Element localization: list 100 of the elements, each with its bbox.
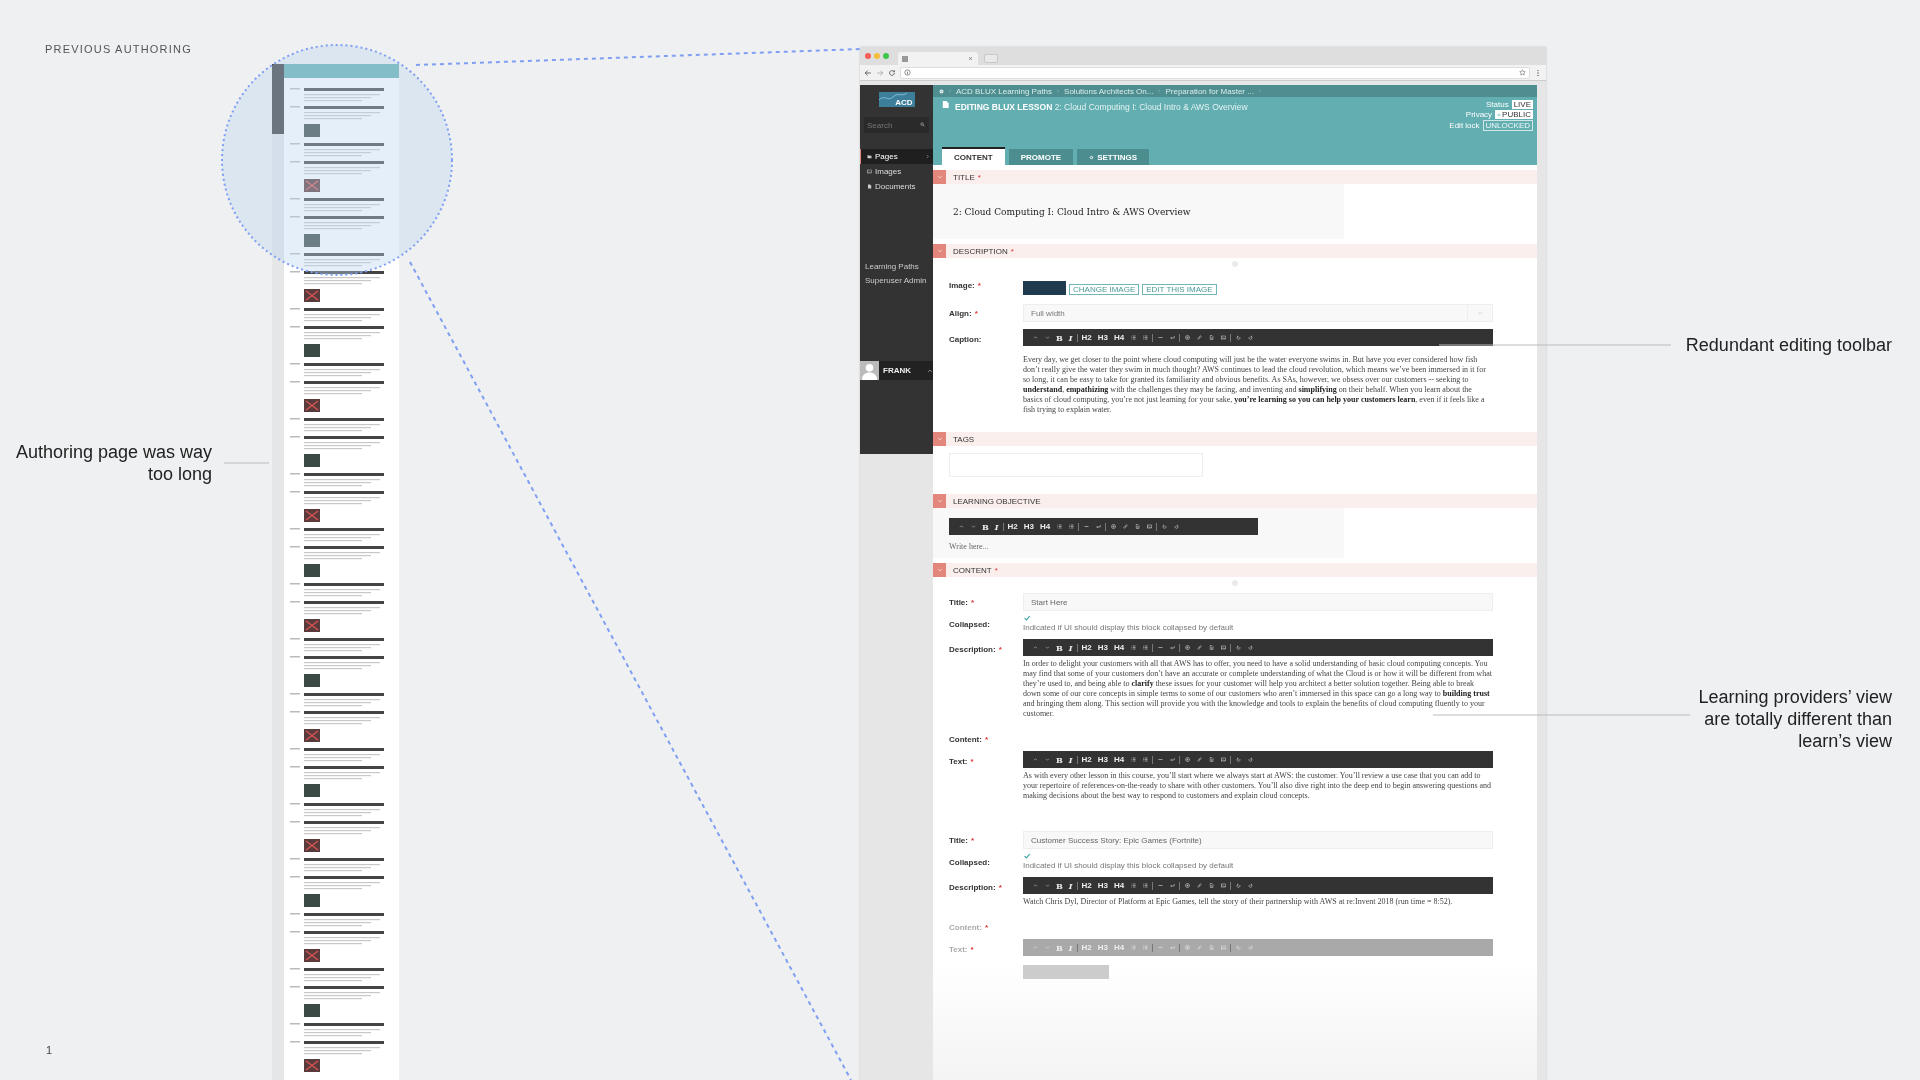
heading-4-button[interactable]: H4 (1111, 753, 1128, 766)
sidebar-link[interactable]: Learning Paths (865, 262, 933, 271)
sidebar-item[interactable]: Images (860, 164, 933, 179)
undo-icon[interactable] (1235, 335, 1241, 340)
bullet-list-icon[interactable] (1068, 524, 1074, 529)
document-icon[interactable] (1208, 645, 1214, 650)
bullet-list-icon[interactable] (1142, 335, 1148, 340)
heading-4-button[interactable]: H4 (1111, 331, 1128, 344)
heading-2-button[interactable]: H2 (1078, 753, 1095, 766)
heading-2-button[interactable]: H2 (1004, 520, 1021, 533)
bold-button[interactable]: B (1053, 753, 1066, 766)
italic-button[interactable]: I (1065, 641, 1076, 654)
numbered-list-icon[interactable] (1130, 757, 1136, 762)
line-break-icon[interactable] (1169, 883, 1175, 888)
align-dropdown[interactable]: Full width (1023, 304, 1493, 322)
info-icon[interactable] (904, 69, 911, 76)
redo-icon[interactable] (1173, 524, 1179, 529)
sidebar-item[interactable]: Pages (860, 149, 933, 164)
heading-2-button[interactable]: H2 (1078, 879, 1095, 892)
forward-arrow-icon[interactable] (876, 68, 884, 77)
close-icon[interactable] (967, 55, 974, 62)
line-break-icon[interactable] (1095, 524, 1101, 529)
heading-4-button[interactable]: H4 (1037, 520, 1054, 533)
heading-4-button[interactable]: H4 (1111, 879, 1128, 892)
checkbox[interactable] (1023, 852, 1031, 860)
insert-icon[interactable] (1184, 645, 1190, 650)
heading-4-button[interactable]: H4 (1111, 641, 1128, 654)
redo-icon[interactable] (1247, 335, 1253, 340)
italic-button[interactable]: I (1065, 331, 1076, 344)
globe-icon[interactable] (939, 88, 944, 94)
bold-button[interactable]: B (1053, 641, 1066, 654)
heading-3-button[interactable]: H3 (1094, 641, 1111, 654)
chevron-up-icon[interactable] (1032, 757, 1038, 762)
collapse-toggle-button[interactable] (933, 432, 946, 446)
undo-icon[interactable] (1235, 883, 1241, 888)
italic-button[interactable]: I (1065, 753, 1076, 766)
image-icon[interactable] (1220, 645, 1226, 650)
insert-icon[interactable] (1184, 757, 1190, 762)
star-icon[interactable] (1519, 69, 1526, 76)
heading-3-button[interactable]: H3 (1094, 753, 1111, 766)
horizontal-rule-icon[interactable] (1157, 645, 1163, 650)
insert-icon[interactable] (1184, 883, 1190, 888)
chevron-down-icon[interactable] (1044, 883, 1050, 888)
bullet-list-icon[interactable] (1142, 883, 1148, 888)
line-break-icon[interactable] (1169, 645, 1175, 650)
bold-button[interactable]: B (1053, 879, 1066, 892)
sidebar-link[interactable]: Superuser Admin (865, 276, 933, 285)
search-icon[interactable] (920, 122, 925, 127)
chevron-up-icon[interactable] (1032, 335, 1038, 340)
tab[interactable]: SETTINGS (1077, 149, 1150, 165)
redo-icon[interactable] (1247, 645, 1253, 650)
numbered-list-icon[interactable] (1130, 645, 1136, 650)
chevron-up-icon[interactable] (1032, 883, 1038, 888)
link-icon[interactable] (1122, 524, 1128, 529)
browser-tab[interactable] (898, 52, 978, 65)
undo-icon[interactable] (1235, 757, 1241, 762)
tab[interactable]: CONTENT (942, 147, 1005, 165)
chevron-up-icon[interactable] (1032, 645, 1038, 650)
tab[interactable]: PROMOTE (1008, 149, 1074, 165)
image-icon[interactable] (1220, 757, 1226, 762)
document-icon[interactable] (1134, 524, 1140, 529)
redo-icon[interactable] (1247, 883, 1253, 888)
collapse-toggle-button[interactable] (933, 494, 946, 508)
link-icon[interactable] (1196, 757, 1202, 762)
link-icon[interactable] (1196, 335, 1202, 340)
image-action-button[interactable]: EDIT THIS IMAGE (1142, 284, 1217, 295)
italic-button[interactable]: I (1065, 879, 1076, 892)
objective-input[interactable]: Write here... (949, 542, 1149, 551)
bullet-list-icon[interactable] (1142, 757, 1148, 762)
image-icon[interactable] (1220, 883, 1226, 888)
window-controls-icon[interactable] (864, 52, 892, 60)
horizontal-rule-icon[interactable] (1157, 883, 1163, 888)
heading-2-button[interactable]: H2 (1078, 331, 1095, 344)
document-icon[interactable] (1208, 757, 1214, 762)
menu-icon[interactable] (1534, 68, 1542, 77)
insert-icon[interactable] (1110, 524, 1116, 529)
chevron-up-icon[interactable] (958, 524, 964, 529)
link-icon[interactable] (1196, 883, 1202, 888)
image-action-button[interactable]: CHANGE IMAGE (1069, 284, 1140, 295)
collapse-toggle-button[interactable] (933, 563, 946, 577)
chevron-down-icon[interactable] (1044, 645, 1050, 650)
heading-3-button[interactable]: H3 (1094, 331, 1111, 344)
horizontal-rule-icon[interactable] (1157, 757, 1163, 762)
document-icon[interactable] (1208, 335, 1214, 340)
title-input[interactable]: Customer Success Story: Epic Games (Fortnite) (1023, 831, 1493, 849)
link-icon[interactable] (1196, 645, 1202, 650)
user-menu[interactable]: FRANK (860, 361, 933, 380)
horizontal-rule-icon[interactable] (1083, 524, 1089, 529)
heading-3-button[interactable]: H3 (1020, 520, 1037, 533)
image-icon[interactable] (1146, 524, 1152, 529)
checkbox[interactable] (1023, 614, 1031, 622)
title-input[interactable]: Start Here (1023, 593, 1493, 611)
horizontal-rule-icon[interactable] (1157, 335, 1163, 340)
line-break-icon[interactable] (1169, 335, 1175, 340)
bullet-list-icon[interactable] (1142, 645, 1148, 650)
redo-icon[interactable] (1247, 757, 1253, 762)
chevron-down-icon[interactable] (1044, 757, 1050, 762)
heading-2-button[interactable]: H2 (1078, 641, 1095, 654)
image-icon[interactable] (1220, 335, 1226, 340)
collapse-toggle-button[interactable] (933, 244, 946, 258)
